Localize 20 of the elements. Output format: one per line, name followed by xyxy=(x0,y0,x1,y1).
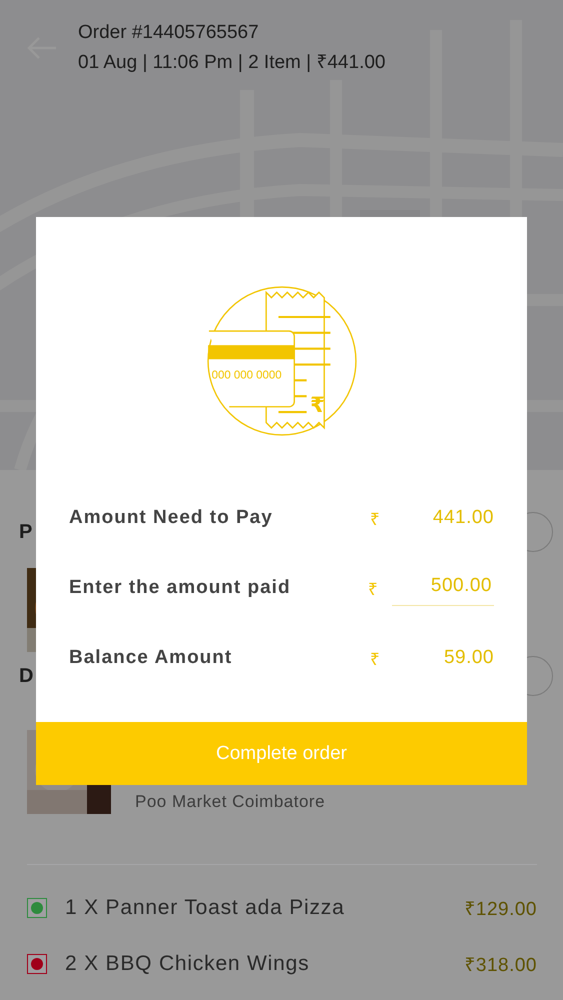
order-number: Order #14405765567 xyxy=(78,22,260,44)
item-name: 1 X Panner Toast ada Pizza xyxy=(65,896,346,920)
item-price: ₹129.00 xyxy=(464,898,537,921)
amount-value: 59.00 xyxy=(442,647,494,669)
amount-input[interactable]: 500.00 xyxy=(392,570,494,606)
order-summary: 01 Aug | 11:06 Pm | 2 Item | ₹441.00 xyxy=(78,51,386,74)
complete-order-button[interactable]: Complete order xyxy=(36,722,527,785)
amount-label: Balance Amount xyxy=(69,647,234,669)
section-title: P xyxy=(19,520,32,544)
amount-label: Enter the amount paid xyxy=(69,577,292,599)
item-name: 2 X BBQ Chicken Wings xyxy=(65,952,310,976)
section-title: D xyxy=(19,664,34,688)
card-number: 000 000 0000 xyxy=(211,370,282,382)
currency-symbol: ₹ xyxy=(370,508,381,530)
currency-symbol: ₹ xyxy=(368,578,379,600)
amount-value: 441.00 xyxy=(432,507,494,529)
amount-label: Amount Need to Pay xyxy=(69,507,274,529)
store-location: Poo Market Coimbatore xyxy=(135,792,326,813)
item-price: ₹318.00 xyxy=(464,954,537,977)
currency-symbol: ₹ xyxy=(370,648,381,670)
